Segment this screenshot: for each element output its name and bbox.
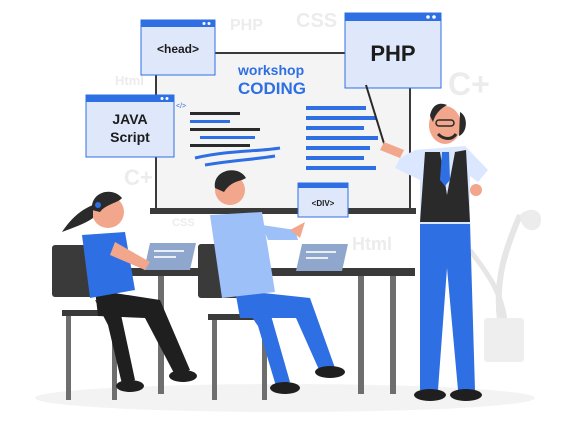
card-php-label: PHP: [370, 41, 415, 66]
card-java-label-line2: Script: [110, 129, 150, 145]
coding-workshop-illustration: PHP CSS Html C+ C+ CSS Html workshop COD…: [0, 0, 571, 423]
card-div-label: <DIV>: [312, 199, 335, 208]
bg-word-css-mid: CSS: [172, 217, 195, 229]
card-head-label: <head>: [157, 42, 199, 56]
card-java-label-line1: JAVA: [112, 111, 147, 127]
bg-word-css-top: CSS: [296, 10, 337, 32]
board-title-workshop: workshop: [237, 62, 304, 78]
board-title-coding: CODING: [238, 79, 306, 98]
laptop-right: [296, 244, 348, 271]
bg-word-php: PHP: [230, 17, 263, 34]
illustration-canvas: PHP CSS Html C+ C+ CSS Html workshop COD…: [35, 10, 541, 412]
laptop-left: [144, 243, 196, 270]
bg-word-html-right: Html: [352, 234, 392, 254]
card-head: <head>: [140, 19, 216, 76]
card-div: <DIV>: [297, 182, 349, 218]
bg-word-cplus-right: C+: [448, 66, 490, 102]
card-php: PHP: [344, 12, 442, 89]
plant: [467, 209, 541, 362]
bg-word-html-left: Html: [115, 73, 144, 88]
bg-word-cplus-left: C+: [124, 165, 153, 190]
board-code-icon: </>: [176, 103, 186, 110]
card-java-script: JAVA Script: [85, 94, 175, 158]
